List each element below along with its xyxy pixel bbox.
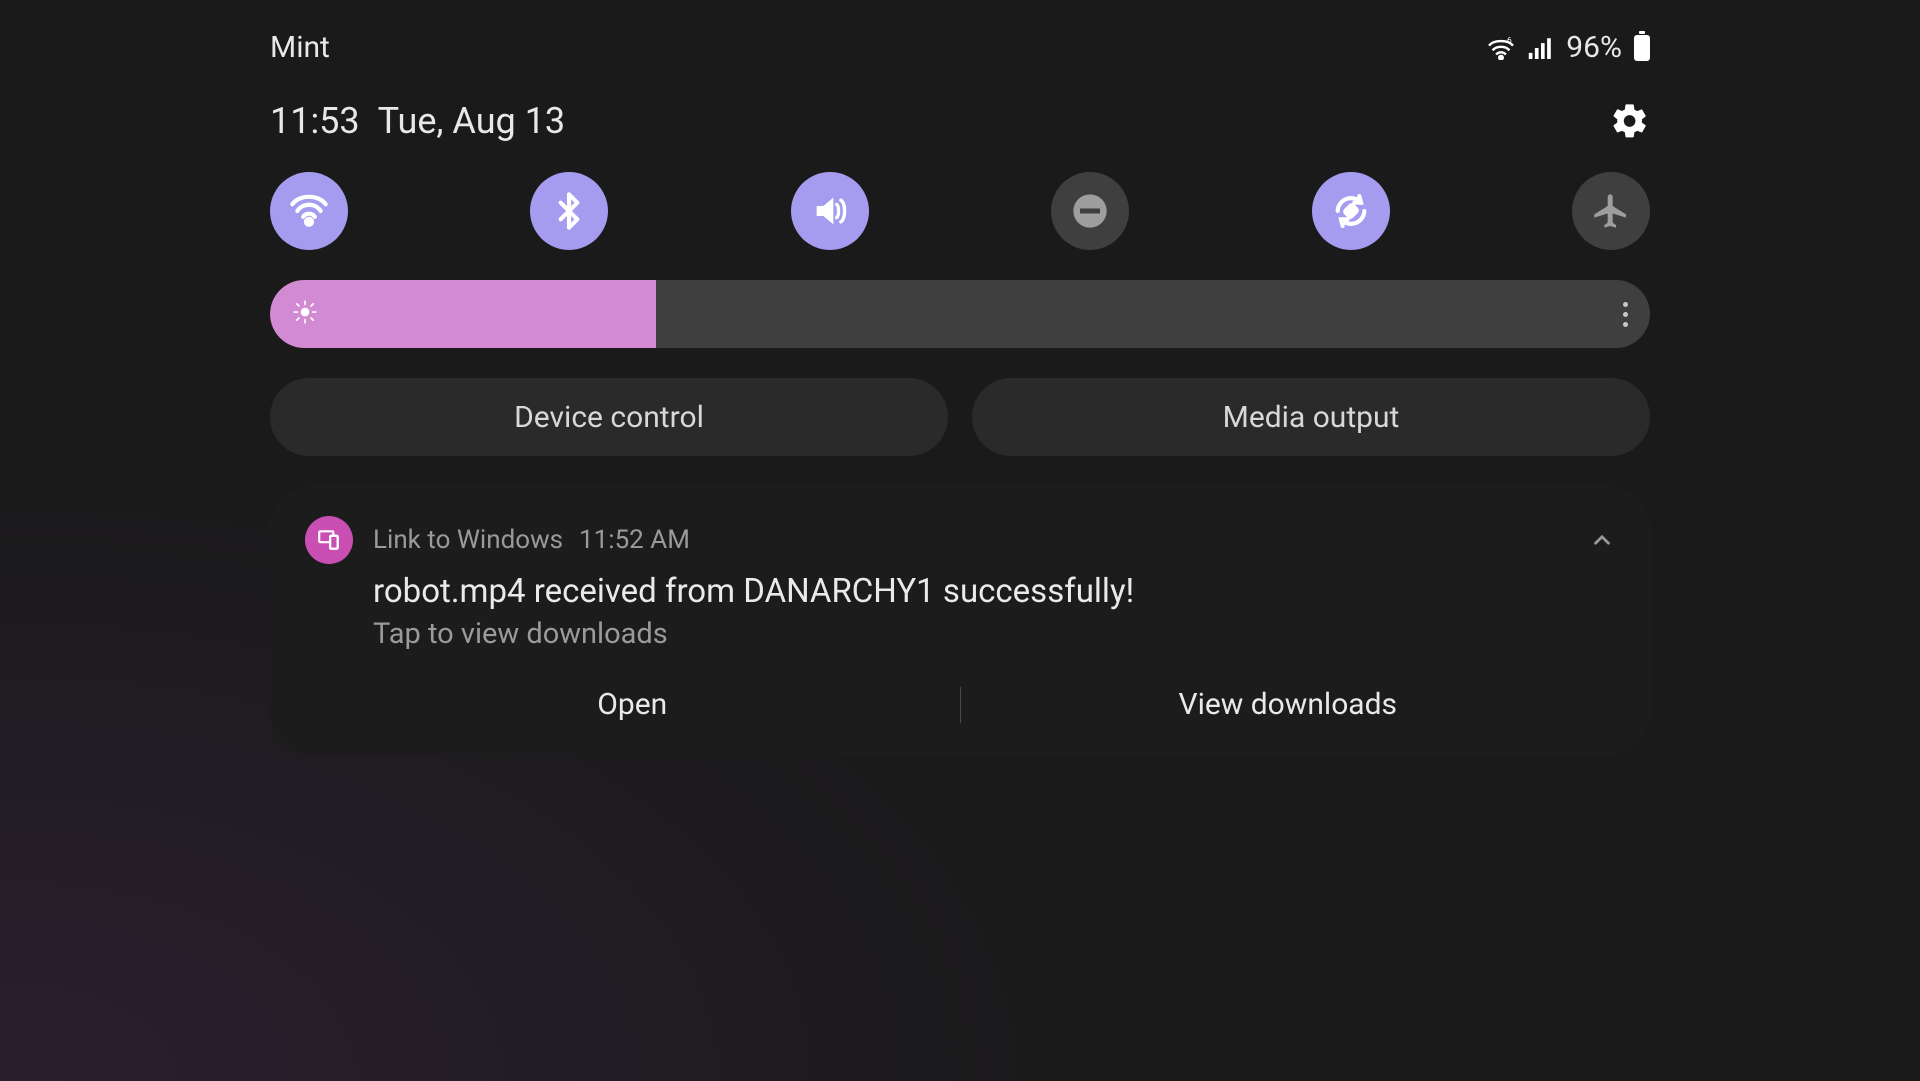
wifi-toggle[interactable] [270, 172, 348, 250]
link-to-windows-app-icon [305, 516, 353, 564]
notification-card[interactable]: Link to Windows 11:52 AM robot.mp4 recei… [270, 486, 1650, 755]
quick-toggles-row [240, 162, 1680, 280]
header-row: 11:53 Tue, Aug 13 [240, 90, 1680, 162]
datetime: 11:53 Tue, Aug 13 [270, 100, 565, 142]
open-action-button[interactable]: Open [305, 679, 960, 730]
notification-app-name: Link to Windows [373, 525, 563, 555]
brightness-fill [270, 280, 656, 348]
notification-shade: Mint 6 96% 11:53 Tue, Aug 13 [240, 0, 1680, 775]
status-bar: Mint 6 96% [240, 30, 1680, 90]
bluetooth-toggle[interactable] [530, 172, 608, 250]
shortcut-row: Device control Media output [240, 378, 1680, 486]
dnd-toggle[interactable] [1051, 172, 1129, 250]
airplane-toggle[interactable] [1572, 172, 1650, 250]
sound-toggle[interactable] [791, 172, 869, 250]
status-icons: 6 96% [1486, 30, 1650, 65]
notification-title: robot.mp4 received from DANARCHY1 succes… [373, 572, 1615, 611]
signal-icon [1528, 37, 1554, 59]
media-output-button[interactable]: Media output [972, 378, 1650, 456]
collapse-chevron-icon[interactable] [1589, 527, 1615, 553]
brightness-more-icon[interactable] [1623, 302, 1628, 327]
clock-time: 11:53 [270, 100, 360, 142]
notification-subtitle: Tap to view downloads [373, 617, 1615, 651]
notification-actions: Open View downloads [305, 679, 1615, 730]
settings-gear-icon[interactable] [1610, 101, 1650, 141]
auto-rotate-toggle[interactable] [1312, 172, 1390, 250]
battery-percent: 96% [1566, 30, 1622, 65]
wifi-status-icon: 6 [1486, 36, 1516, 60]
notification-body: robot.mp4 received from DANARCHY1 succes… [305, 564, 1615, 651]
brightness-icon [292, 299, 318, 329]
notification-header: Link to Windows 11:52 AM [305, 516, 1615, 564]
view-downloads-action-button[interactable]: View downloads [961, 679, 1616, 730]
battery-icon [1634, 35, 1650, 61]
clock-date: Tue, Aug 13 [378, 100, 566, 142]
svg-text:6: 6 [1507, 36, 1512, 46]
device-control-button[interactable]: Device control [270, 378, 948, 456]
notification-time: 11:52 AM [579, 525, 690, 555]
carrier-label: Mint [270, 30, 330, 65]
brightness-slider[interactable] [270, 280, 1650, 348]
